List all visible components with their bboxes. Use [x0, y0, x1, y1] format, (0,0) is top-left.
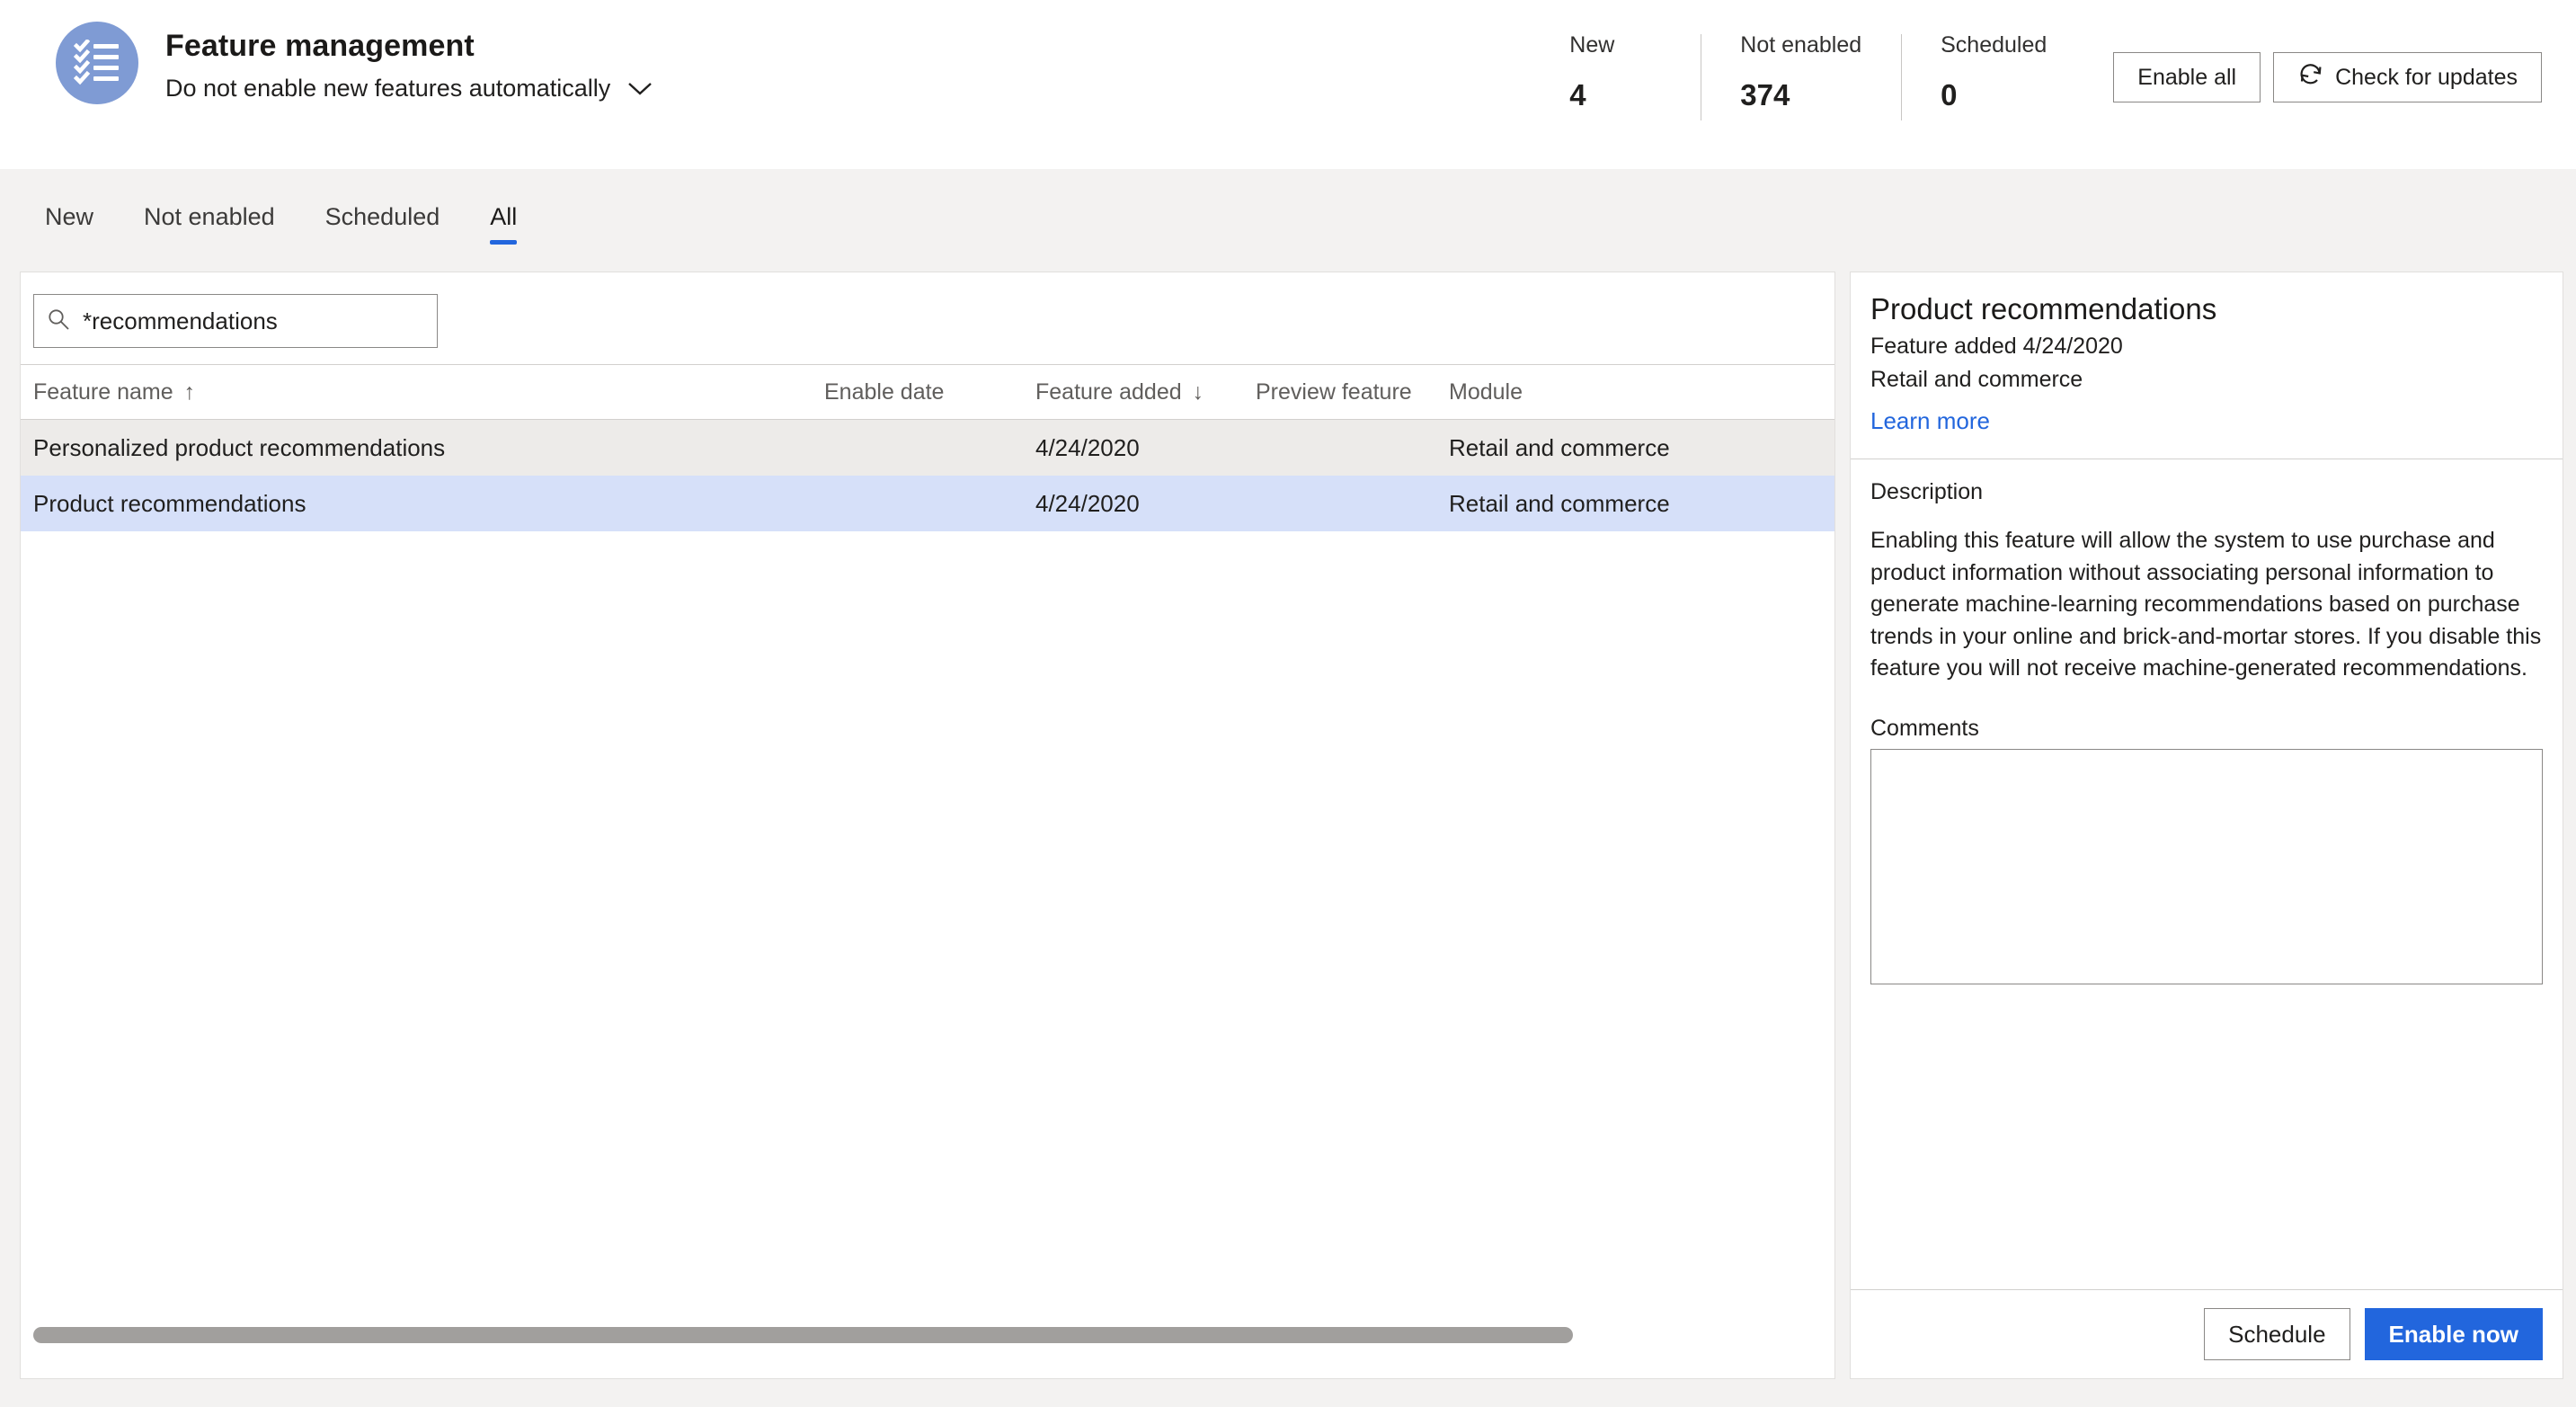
tab-all-label: All — [490, 202, 518, 230]
search-icon — [47, 307, 70, 335]
page-title: Feature management — [165, 29, 475, 63]
header-stats: New 4 Not enabled 374 Scheduled 0 — [1530, 0, 2086, 120]
tab-not-enabled[interactable]: Not enabled — [119, 169, 300, 264]
stat-not-enabled-value: 374 — [1740, 78, 1790, 111]
header-actions: Enable all Check for updates — [2086, 0, 2576, 102]
cell-feature-name: Personalized product recommendations — [33, 433, 446, 461]
cell-feature-added: 4/24/2020 — [1035, 433, 1140, 461]
table-row[interactable]: Personalized product recommendations 4/2… — [21, 420, 1834, 476]
stat-new: New 4 — [1530, 32, 1701, 112]
details-footer: Schedule Enable now — [1851, 1289, 2563, 1378]
header-identity: Feature management Do not enable new fea… — [0, 0, 653, 104]
search-input[interactable] — [83, 307, 424, 335]
column-header-module[interactable]: Module — [1449, 379, 1745, 405]
enable-all-label: Enable all — [2137, 64, 2237, 90]
tab-scheduled-label: Scheduled — [324, 202, 440, 230]
column-header-preview-feature[interactable]: Preview feature — [1256, 379, 1449, 405]
column-header-feature-name-label: Feature name — [33, 378, 173, 405]
feature-management-page: Feature management Do not enable new fea… — [0, 0, 2576, 1407]
tab-scheduled[interactable]: Scheduled — [300, 169, 466, 264]
stat-not-enabled: Not enabled 374 — [1701, 32, 1901, 120]
tab-new-label: New — [45, 202, 94, 230]
title-block: Feature management Do not enable new fea… — [165, 22, 653, 102]
cell-module: Retail and commerce — [1449, 489, 1670, 517]
details-body: Description Enabling this feature will a… — [1851, 459, 2563, 1289]
cell-module: Retail and commerce — [1449, 433, 1670, 461]
refresh-icon — [2297, 61, 2324, 94]
page-header: Feature management Do not enable new fea… — [0, 0, 2576, 169]
search-box[interactable] — [33, 294, 438, 348]
cell-feature-added: 4/24/2020 — [1035, 489, 1140, 517]
comments-label: Comments — [1870, 715, 1979, 741]
details-title: Product recommendations — [1870, 292, 2217, 325]
description-text: Enabling this feature will allow the sys… — [1870, 528, 2542, 681]
checklist-icon — [56, 22, 138, 104]
stat-new-value: 4 — [1569, 78, 1586, 111]
enable-now-button[interactable]: Enable now — [2364, 1308, 2543, 1360]
tab-bar: New Not enabled Scheduled All — [0, 169, 2576, 264]
stat-not-enabled-label: Not enabled — [1740, 32, 1862, 58]
column-header-module-label: Module — [1449, 378, 1523, 405]
stat-scheduled: Scheduled 0 — [1901, 32, 2086, 120]
tab-not-enabled-label: Not enabled — [144, 202, 275, 230]
auto-enable-setting-label: Do not enable new features automatically — [165, 75, 611, 102]
sort-ascending-icon: ↑ — [183, 378, 196, 405]
feature-grid: Feature name ↑ Enable date Feature added… — [21, 364, 1834, 1359]
horizontal-scrollbar[interactable] — [33, 1327, 1573, 1343]
sort-descending-icon: ↓ — [1192, 378, 1204, 405]
details-added-date: Feature added 4/24/2020 — [1870, 334, 2123, 359]
stat-scheduled-value: 0 — [1941, 78, 1958, 111]
chevron-down-icon[interactable] — [626, 81, 653, 97]
table-row[interactable]: Product recommendations 4/24/2020 Retail… — [21, 476, 1834, 531]
stat-new-label: New — [1569, 32, 1615, 58]
description-label: Description — [1870, 479, 1984, 504]
column-header-preview-feature-label: Preview feature — [1256, 378, 1412, 405]
check-for-updates-label: Check for updates — [2335, 64, 2518, 90]
enable-now-label: Enable now — [2388, 1320, 2518, 1348]
details-header: Product recommendations Feature added 4/… — [1851, 272, 2563, 459]
feature-details-panel: Product recommendations Feature added 4/… — [1850, 272, 2563, 1379]
column-header-feature-added-label: Feature added — [1035, 378, 1182, 405]
column-header-enable-date[interactable]: Enable date — [824, 379, 1035, 405]
cell-feature-name: Product recommendations — [33, 489, 306, 517]
search-wrap — [21, 272, 1834, 348]
learn-more-link[interactable]: Learn more — [1870, 407, 1990, 435]
details-module: Retail and commerce — [1870, 367, 2083, 392]
feature-list-panel: Feature name ↑ Enable date Feature added… — [20, 272, 1835, 1379]
schedule-button[interactable]: Schedule — [2204, 1308, 2350, 1360]
grid-body: Personalized product recommendations 4/2… — [21, 420, 1834, 1359]
schedule-label: Schedule — [2228, 1320, 2326, 1348]
auto-enable-setting[interactable]: Do not enable new features automatically — [165, 75, 653, 102]
column-header-feature-added[interactable]: Feature added ↓ — [1035, 379, 1256, 405]
stat-scheduled-label: Scheduled — [1941, 32, 2047, 58]
enable-all-button[interactable]: Enable all — [2113, 52, 2261, 102]
grid-header-row: Feature name ↑ Enable date Feature added… — [21, 364, 1834, 420]
tab-all[interactable]: All — [465, 169, 542, 264]
tab-new[interactable]: New — [20, 169, 119, 264]
check-for-updates-button[interactable]: Check for updates — [2273, 52, 2542, 102]
column-header-enable-date-label: Enable date — [824, 378, 945, 405]
column-header-feature-name[interactable]: Feature name ↑ — [33, 379, 824, 405]
comments-input[interactable] — [1870, 748, 2543, 984]
